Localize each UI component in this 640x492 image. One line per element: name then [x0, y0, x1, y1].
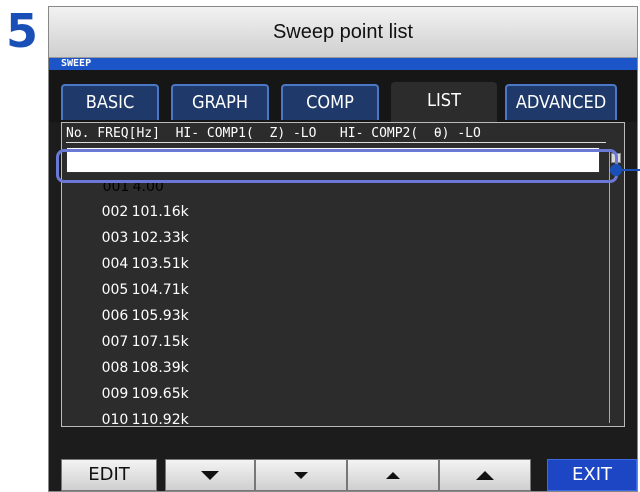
row-up-icon: [386, 471, 400, 479]
list-header: No. FREQ[Hz] HI- COMP1( Z) -LO HI- COMP2…: [66, 126, 606, 143]
row-frequency: 104.71k: [131, 282, 189, 298]
list-rows: 001 4.00 002 101.16k 003 102.33k 004 103.51k…: [66, 147, 600, 428]
row-frequency: 103.51k: [131, 256, 189, 272]
step-number: 5: [5, 4, 38, 58]
tab-advanced[interactable]: ADVANCED: [505, 84, 617, 120]
sweep-point-list: No. FREQ[Hz] HI- COMP1( Z) -LO HI- COMP2…: [61, 122, 625, 428]
row-frequency: 110.92k: [131, 412, 189, 428]
row-frequency: 102.33k: [131, 230, 189, 246]
tab-basic[interactable]: BASIC: [61, 84, 159, 120]
mode-indicator: SWEEP: [49, 58, 637, 70]
callout-marker: [610, 164, 622, 176]
page-up-button[interactable]: [439, 459, 531, 491]
page-down-icon: [201, 470, 219, 480]
row-number: 007: [101, 334, 129, 350]
row-frequency: 108.39k: [131, 360, 189, 376]
tab-bar: BASIC GRAPH COMP LIST ADVANCED: [49, 70, 637, 122]
screen-title: Sweep point list: [49, 7, 637, 58]
row-frequency: 109.65k: [131, 386, 189, 402]
list-row-selected[interactable]: 001 4.00: [66, 147, 600, 195]
row-down-icon: [294, 471, 308, 479]
row-number: 004: [101, 256, 129, 272]
tab-list[interactable]: LIST: [391, 82, 497, 122]
row-number: 008: [101, 360, 129, 376]
exit-button[interactable]: EXIT: [547, 459, 637, 491]
row-number: 002: [101, 204, 129, 220]
row-down-button[interactable]: [255, 459, 347, 491]
edit-button[interactable]: EDIT: [61, 459, 157, 491]
row-number: 009: [101, 386, 129, 402]
tab-graph[interactable]: GRAPH: [171, 84, 269, 120]
footer-bar: EDIT EXIT: [49, 433, 637, 491]
row-frequency: 4.00: [132, 179, 164, 195]
scroll-thumb[interactable]: [611, 153, 621, 163]
list-scrollbar[interactable]: [609, 151, 622, 423]
row-frequency: 101.16k: [131, 204, 189, 220]
instrument-screen: Sweep point list SWEEP BASIC GRAPH COMP …: [48, 6, 638, 492]
tab-comp[interactable]: COMP: [281, 84, 379, 120]
row-number: 005: [101, 282, 129, 298]
row-number: 010: [101, 412, 129, 428]
row-number: 006: [101, 308, 129, 324]
row-up-button[interactable]: [347, 459, 439, 491]
page-down-button[interactable]: [165, 459, 255, 491]
row-frequency: 105.93k: [131, 308, 189, 324]
page-up-icon: [476, 470, 494, 480]
row-number: 001: [102, 179, 130, 195]
row-number: 003: [101, 230, 129, 246]
row-frequency: 107.15k: [131, 334, 189, 350]
